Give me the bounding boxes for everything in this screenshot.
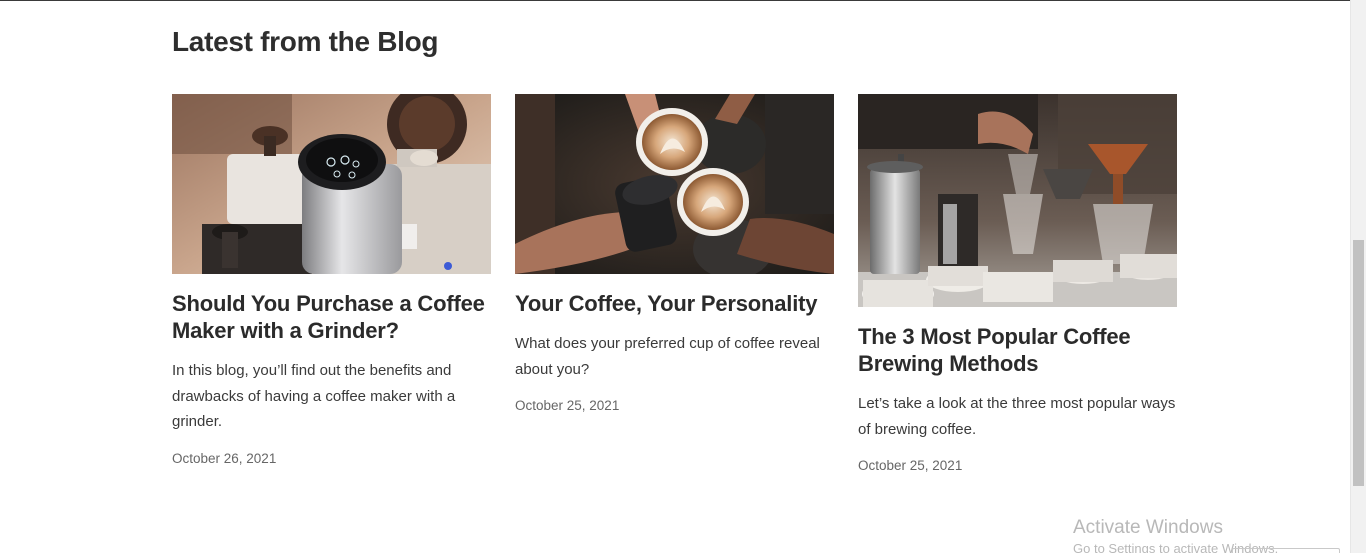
blog-card-image-link[interactable] [515, 94, 834, 274]
blog-card-excerpt: What does your preferred cup of coffee r… [515, 335, 820, 378]
coffee-brewing-image [858, 94, 1177, 307]
scrollbar-thumb[interactable] [1353, 240, 1364, 486]
scrollbar[interactable] [1350, 0, 1366, 553]
blog-card-excerpt: Let’s take a look at the three most popu… [858, 395, 1176, 438]
top-divider [0, 0, 1350, 1]
blog-card-date: October 25, 2021 [515, 398, 620, 413]
blog-card: Should You Purchase a Coffee Maker with … [172, 94, 491, 466]
blog-card-image-link[interactable] [172, 94, 491, 274]
blog-card-date: October 25, 2021 [858, 458, 963, 473]
blog-card-title[interactable]: Should You Purchase a Coffee Maker with … [172, 290, 491, 344]
blog-card-excerpt: In this blog, you’ll find out the benefi… [172, 362, 456, 430]
page: Latest from the Blog Should You Purchase… [0, 0, 1366, 553]
blog-card: The 3 Most Popular Coffee Brewing Method… [858, 94, 1177, 473]
coffee-grinder-image [172, 94, 491, 274]
taskbar-notification-edge [1232, 548, 1340, 553]
blog-card: Your Coffee, Your Personality What does … [515, 94, 834, 413]
blog-card-title[interactable]: The 3 Most Popular Coffee Brewing Method… [858, 323, 1177, 377]
coffee-cups-image [515, 94, 834, 274]
watermark-title: Activate Windows [1073, 517, 1223, 538]
section-title: Latest from the Blog [172, 26, 439, 57]
blog-card-date: October 26, 2021 [172, 450, 277, 466]
blog-card-image-link[interactable] [858, 94, 1177, 307]
blog-card-title[interactable]: Your Coffee, Your Personality [515, 290, 834, 317]
